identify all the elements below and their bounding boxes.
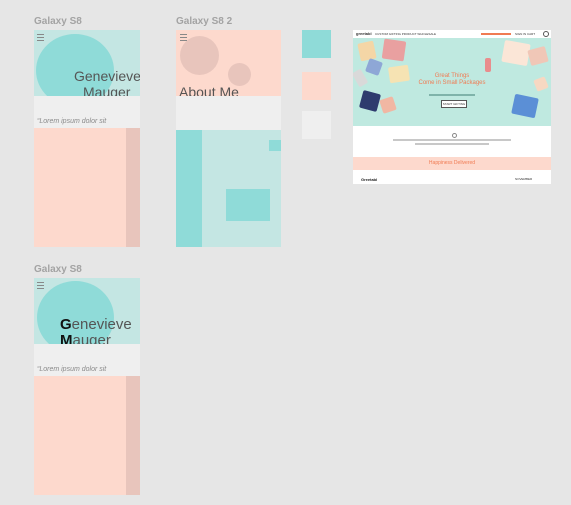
web-headline: Great Things Come in Small Packages xyxy=(403,73,501,87)
swatch-teal[interactable] xyxy=(302,30,331,58)
web-cta-button[interactable]: START GIFTING xyxy=(441,100,467,108)
grey-band xyxy=(176,96,281,130)
lip-balm xyxy=(485,58,491,72)
web-footer-band: Happiness Delivered xyxy=(353,157,551,170)
gift-box xyxy=(381,38,407,62)
artboard-title-3[interactable]: Galaxy S8 xyxy=(34,264,82,275)
gift-box xyxy=(357,40,377,62)
small-circle-shape xyxy=(228,63,251,86)
corner-block xyxy=(269,140,281,151)
web-nav-bar: greetabl CUSTOM GIFTING PRODUCT WHOLESAL… xyxy=(353,30,551,38)
web-hero: Great Things Come in Small Packages STAR… xyxy=(353,38,551,126)
web-nav-right[interactable]: SIGN IN CART xyxy=(515,32,535,36)
content-section xyxy=(34,128,140,247)
artboard-title-2[interactable]: Galaxy S8 2 xyxy=(176,16,232,27)
web-user-icon[interactable] xyxy=(543,31,549,37)
web-footer-right[interactable]: NOVEMBER xyxy=(515,177,532,181)
gift-box xyxy=(379,96,397,114)
swatch-grey[interactable] xyxy=(302,111,331,139)
gift-box xyxy=(365,58,383,76)
lorem-text: “Lorem ipsum dolor sit xyxy=(37,366,107,373)
swatch-fill xyxy=(302,72,331,100)
image-placeholder xyxy=(226,189,270,221)
swatch-peach[interactable] xyxy=(302,72,331,100)
artboard-galaxy-s8-variant[interactable]: Genevieve Mauger “Lorem ipsum dolor sit xyxy=(34,278,140,495)
content-section xyxy=(34,376,140,495)
web-body-line xyxy=(393,139,511,141)
swatch-fill xyxy=(302,111,331,139)
side-strip xyxy=(126,128,140,247)
web-logo[interactable]: greetabl xyxy=(356,31,372,36)
lorem-text: “Lorem ipsum dolor sit xyxy=(37,118,107,125)
web-footer-logo[interactable]: Greetabl xyxy=(361,177,377,182)
web-headline-line-2: Come in Small Packages xyxy=(418,80,486,86)
web-section-icon xyxy=(452,133,457,138)
gift-box xyxy=(358,89,382,113)
web-subtitle xyxy=(429,94,475,96)
hamburger-menu-icon[interactable] xyxy=(37,34,44,41)
artboard-galaxy-s8[interactable]: Genevieve Mauger “Lorem ipsum dolor sit xyxy=(34,30,140,247)
name-initial-g: G xyxy=(60,316,72,333)
large-circle-shape xyxy=(180,36,219,75)
web-body-line xyxy=(415,143,489,145)
gift-box xyxy=(511,93,539,119)
web-nav-promo[interactable] xyxy=(481,33,511,35)
hamburger-menu-icon[interactable] xyxy=(37,282,44,289)
name-rest-1: enevieve xyxy=(71,316,132,333)
artboard-title-1[interactable]: Galaxy S8 xyxy=(34,16,82,27)
name-line-1: Genevieve xyxy=(74,68,140,84)
web-footer: Greetabl NOVEMBER xyxy=(353,170,551,184)
web-nav-links[interactable]: CUSTOM GIFTING PRODUCT WHOLESALE xyxy=(375,32,436,36)
gift-box xyxy=(501,39,531,67)
swatch-fill xyxy=(302,30,331,58)
hamburger-menu-icon[interactable] xyxy=(180,34,187,41)
side-strip xyxy=(126,376,140,495)
left-column-block xyxy=(176,130,202,247)
gift-box xyxy=(533,76,549,92)
artboard-galaxy-s8-2[interactable]: About Me xyxy=(176,30,281,247)
web-preview-artboard[interactable]: greetabl CUSTOM GIFTING PRODUCT WHOLESAL… xyxy=(353,30,551,184)
web-headline-line-1: Great Things xyxy=(434,73,470,79)
gift-box xyxy=(527,45,549,67)
name-line-1: Genevieve xyxy=(60,317,132,333)
